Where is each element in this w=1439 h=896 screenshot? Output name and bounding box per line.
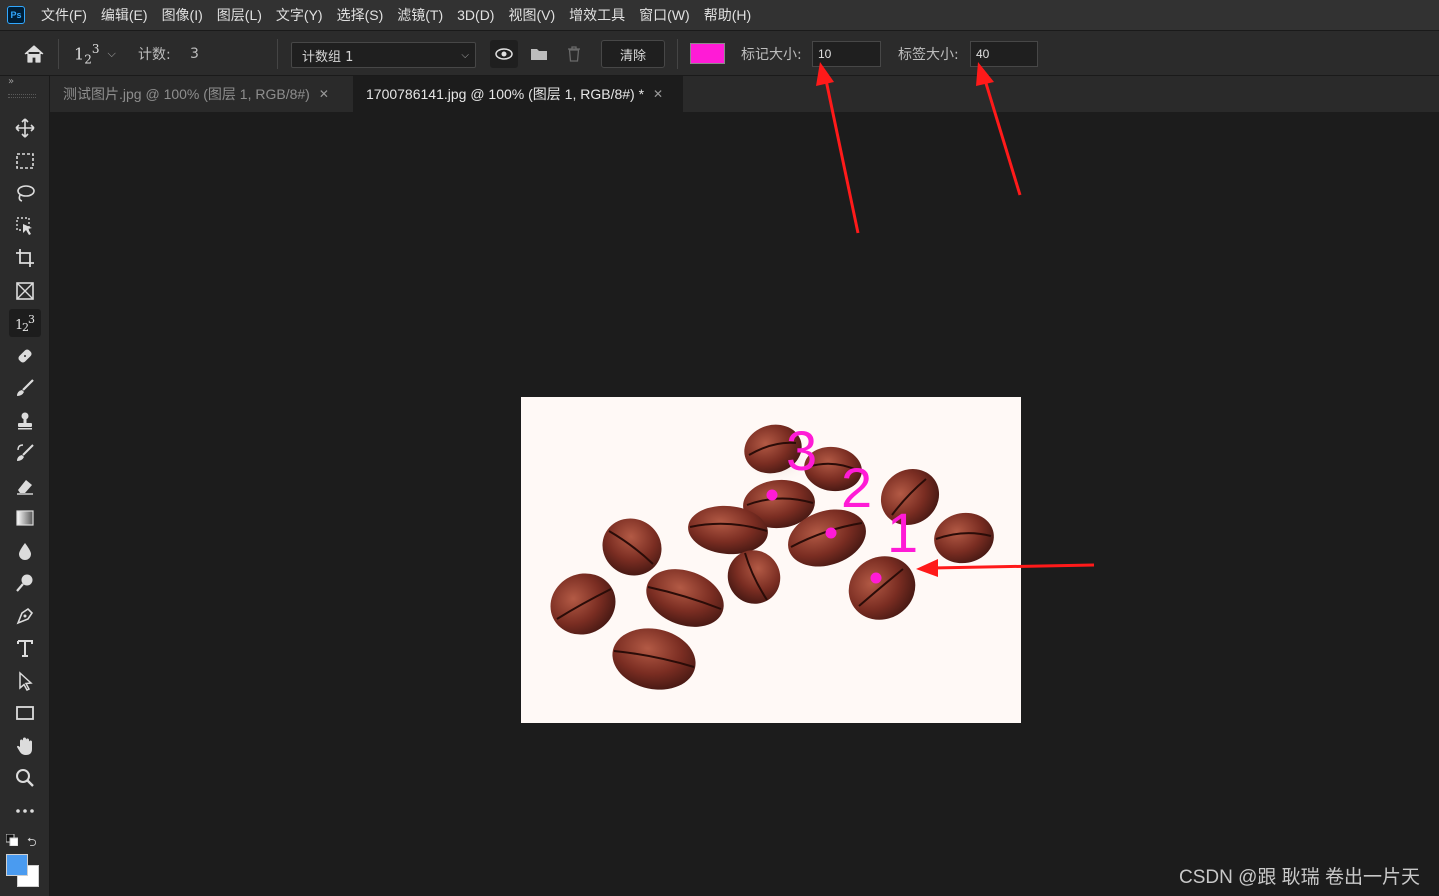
label-size-label: 标签大小: <box>898 47 959 63</box>
collapse-panel-icon[interactable]: » <box>8 76 14 87</box>
count-label: 计数: <box>138 47 171 63</box>
folder-icon[interactable] <box>530 31 548 77</box>
swap-colors-icon[interactable]: ⮌ <box>27 833 37 854</box>
count-tool-icon[interactable]: 123 <box>9 309 41 337</box>
options-bar: 123 ⌵ 计数: 3 计数组 1 ⌵ 清除 标记大小: 10 标签大小: 40 <box>0 30 1439 76</box>
trash-icon[interactable] <box>566 31 582 77</box>
object-select-tool-icon[interactable] <box>9 212 41 240</box>
watermark: CSDN @跟 耿瑞 卷出一片天 <box>1179 867 1420 888</box>
chevron-down-icon: ⌵ <box>461 49 469 61</box>
count-label-3: 3 <box>786 419 817 482</box>
menu-select[interactable]: 选择(S) <box>337 5 384 25</box>
count-marker-dot <box>766 489 778 501</box>
photoshop-logo-icon[interactable]: Ps <box>7 6 25 24</box>
move-tool-icon[interactable] <box>9 114 41 142</box>
lasso-tool-icon[interactable] <box>9 179 41 207</box>
rectangle-tool-icon[interactable] <box>9 699 41 727</box>
eraser-tool-icon[interactable] <box>9 472 41 500</box>
clear-button[interactable]: 清除 <box>601 40 665 68</box>
document-canvas[interactable]: 1 2 3 <box>521 397 1021 723</box>
dodge-tool-icon[interactable] <box>9 569 41 597</box>
count-value: 3 <box>190 46 199 62</box>
marker-color-swatch[interactable] <box>690 43 725 64</box>
toggle-visibility-button[interactable] <box>490 40 518 68</box>
coffee-beans-image: 1 2 3 <box>550 419 994 690</box>
count-marker-dot <box>825 527 837 539</box>
menu-filter[interactable]: 滤镜(T) <box>397 5 443 25</box>
close-icon[interactable]: ✕ <box>653 87 663 101</box>
menu-edit[interactable]: 编辑(E) <box>101 5 148 25</box>
menu-view[interactable]: 视图(V) <box>508 5 555 25</box>
eye-icon <box>495 48 513 60</box>
menu-plugins[interactable]: 增效工具 <box>569 5 625 25</box>
menu-3d[interactable]: 3D(D) <box>457 7 494 23</box>
more-tools-icon[interactable] <box>9 797 41 825</box>
path-select-tool-icon[interactable] <box>9 667 41 695</box>
stamp-tool-icon[interactable] <box>9 407 41 435</box>
coffee-bean-group <box>550 424 994 690</box>
tab-test-image[interactable]: 测试图片.jpg @ 100% (图层 1, RGB/8#) ✕ <box>50 76 353 112</box>
divider <box>677 39 678 69</box>
count-marker-dot <box>870 572 882 584</box>
type-tool-icon[interactable] <box>9 634 41 662</box>
healing-brush-tool-icon[interactable] <box>9 342 41 370</box>
menu-image[interactable]: 图像(I) <box>162 5 203 25</box>
menu-help[interactable]: 帮助(H) <box>704 5 751 25</box>
pen-tool-icon[interactable] <box>9 602 41 630</box>
hand-tool-icon[interactable] <box>9 732 41 760</box>
frame-tool-icon[interactable] <box>9 277 41 305</box>
close-icon[interactable]: ✕ <box>319 87 329 101</box>
tools-panel: » 123 ⮌ <box>0 76 50 896</box>
menu-window[interactable]: 窗口(W) <box>639 5 690 25</box>
tab-title: 1700786141.jpg @ 100% (图层 1, RGB/8#) * <box>366 86 645 102</box>
menu-type[interactable]: 文字(Y) <box>276 5 323 25</box>
tab-title: 测试图片.jpg @ 100% (图层 1, RGB/8#) <box>63 86 310 102</box>
home-icon[interactable] <box>22 31 46 77</box>
marquee-tool-icon[interactable] <box>9 147 41 175</box>
count-group-select[interactable]: 计数组 1 ⌵ <box>291 42 476 68</box>
count-group-value: 计数组 1 <box>302 49 354 65</box>
menu-layer[interactable]: 图层(L) <box>217 5 262 25</box>
crop-tool-icon[interactable] <box>9 244 41 272</box>
count-tool-preset-icon: 123 <box>74 41 100 67</box>
marker-size-input[interactable]: 10 <box>812 41 881 67</box>
zoom-tool-icon[interactable] <box>9 764 41 792</box>
marker-size-label: 标记大小: <box>741 47 802 63</box>
chevron-down-icon: ⌵ <box>107 47 116 60</box>
foreground-color-swatch[interactable] <box>6 854 28 876</box>
brush-tool-icon[interactable] <box>9 374 41 402</box>
label-size-input[interactable]: 40 <box>970 41 1038 67</box>
document-tabs: 测试图片.jpg @ 100% (图层 1, RGB/8#) ✕ 1700786… <box>50 76 1439 112</box>
panel-grip[interactable] <box>8 94 36 98</box>
count-label-1: 1 <box>887 501 918 564</box>
menu-file[interactable]: 文件(F) <box>41 5 87 25</box>
gradient-tool-icon[interactable] <box>9 504 41 532</box>
divider <box>277 39 278 69</box>
count-label-2: 2 <box>841 456 872 519</box>
count-tool-preset-picker[interactable]: 123 ⌵ <box>74 31 116 77</box>
default-colors-icon[interactable] <box>6 834 18 846</box>
divider <box>58 39 59 69</box>
history-brush-tool-icon[interactable] <box>9 439 41 467</box>
menu-bar: Ps 文件(F) 编辑(E) 图像(I) 图层(L) 文字(Y) 选择(S) 滤… <box>0 0 1439 30</box>
tab-active-document[interactable]: 1700786141.jpg @ 100% (图层 1, RGB/8#) * ✕ <box>353 76 683 112</box>
blur-tool-icon[interactable] <box>9 537 41 565</box>
svg-text:3: 3 <box>28 313 35 326</box>
